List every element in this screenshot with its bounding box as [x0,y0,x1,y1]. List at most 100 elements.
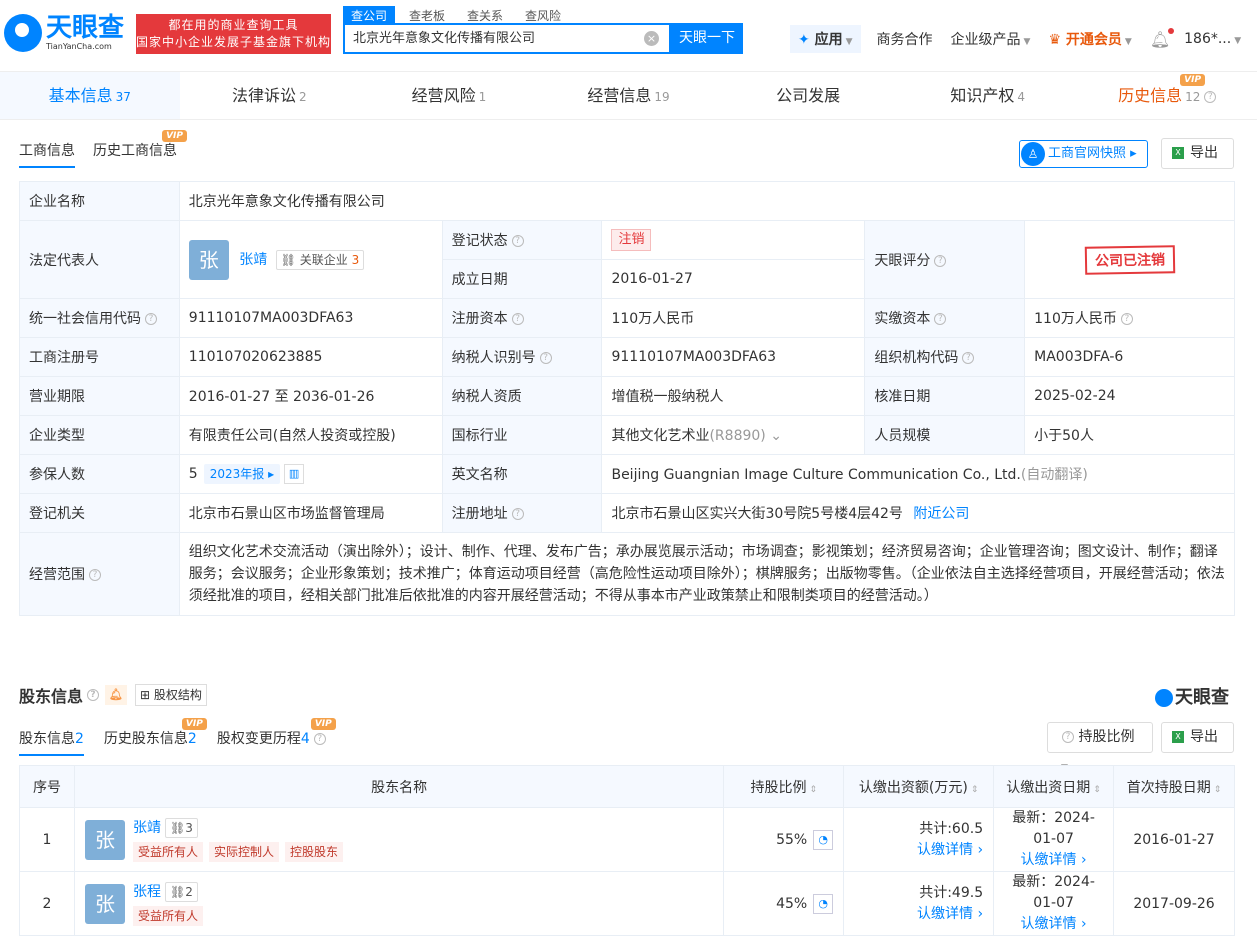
legal-rep-cell: 张 张靖 ⛓ 关联企业 3 [178,220,443,299]
help-icon[interactable]: ? [313,733,326,745]
holding-ratio: 45% [776,895,808,912]
app-menu[interactable]: ✦ 应用 ▼ [790,25,861,53]
label: 登记状态? [441,220,603,260]
tab-basic-info[interactable]: 基本信息 37 [0,72,180,119]
nav-enterprise[interactable]: 企业级产品 ▼ [951,29,1031,49]
industry-cell[interactable]: 其他文化艺术业(R8890) ⌄ [601,415,866,455]
label: 纳税人资质 [441,376,603,416]
search-button[interactable]: 天眼一下 [671,23,743,54]
export-button[interactable]: X 导出 [1161,138,1234,169]
subtab-equity-changes[interactable]: 股权变更历程4? VIP [217,718,336,756]
tab-risk[interactable]: 经营风险 1 [359,72,539,119]
avatar[interactable]: 张 [188,239,229,280]
ratio-filter-button[interactable]: ? 持股比例▼ [1047,722,1153,773]
biz-subtabs: 工商信息 历史工商信息 VIP [19,130,195,168]
app-icon: ✦ [798,32,810,48]
col-header-sortable[interactable]: 认缴出资额(万元) ⇕ [843,765,995,808]
status-badge: 注销 [611,229,652,251]
logo[interactable]: 天眼查 TianYanCha.com [4,14,124,52]
help-icon: ? [1062,731,1074,743]
logo-text: 天眼查 [46,13,125,43]
subscription-detail-link[interactable]: 认缴详情 › [1021,852,1087,868]
company-type: 有限责任公司(自然人投资或控股) [178,415,443,455]
chevron-down-icon: ▼ [845,37,853,47]
search-input[interactable]: 北京光年意象文化传播有限公司 × [343,23,671,54]
top-bar: 天眼查 TianYanCha.com 都在用的商业查询工具 国家中小企业发展子基… [0,0,1257,72]
tab-ip[interactable]: 知识产权 4 [898,72,1078,119]
link-icon: ⛓ [169,821,186,835]
help-icon[interactable]: ? [89,569,101,581]
pie-chart-icon[interactable]: ◔ [813,829,834,850]
sort-icon: ⇕ [809,784,818,795]
role-tag: 受益所有人 [132,842,203,862]
subtab-shareholders[interactable]: 股东信息2 [19,728,84,756]
nav-business[interactable]: 商务合作 [877,29,933,49]
promo-banner[interactable]: 都在用的商业查询工具 国家中小企业发展子基金旗下机构 [136,14,331,54]
registration-authority: 北京市石景山区市场监督管理局 [178,493,443,533]
official-snapshot-button[interactable]: ♙ 工商官网快照 ▸ [1019,140,1148,168]
help-icon[interactable]: ? [145,313,157,325]
help-icon[interactable]: ? [934,254,947,267]
tab-litigation[interactable]: 法律诉讼 2 [180,72,360,119]
label: 成立日期 [441,259,603,299]
bell-icon[interactable]: 🔔︎ [1150,27,1175,49]
shareholder-link[interactable]: 张程 [133,884,161,900]
insured-count: 5 [188,466,198,482]
related-count-tag[interactable]: ⛓3 [164,818,198,838]
clear-icon[interactable]: × [644,31,659,46]
english-name: Beijing Guangnian Image Culture Communic… [611,467,1021,483]
subscription-detail-link[interactable]: 认缴详情 › [917,842,983,858]
help-icon[interactable]: ? [539,352,552,364]
person-icon: ♙ [1021,142,1045,166]
nav-vip[interactable]: ♛ 开通会员 ▼ [1048,29,1131,49]
company-name: 北京光年意象文化传播有限公司 [178,181,1236,221]
export-button[interactable]: X 导出 [1161,722,1234,753]
tab-development[interactable]: 公司发展 [718,72,898,119]
avatar[interactable]: 张 [84,819,125,860]
crown-icon: ♛ [1048,32,1062,48]
subtab-history-shareholders[interactable]: 历史股东信息2 VIP [104,718,207,756]
subscription-detail-link[interactable]: 认缴详情 › [1021,916,1087,932]
help-icon[interactable]: ? [511,235,524,247]
equity-structure-button[interactable]: ⊞ 股权结构 [135,684,207,706]
related-count-tag[interactable]: ⛓2 [164,882,198,902]
table-row: 2 张 张程 ⛓2 受益所有人 45% ◔ 共计:49.5 认缴详情 › 最新：202… [19,871,1235,936]
subtab-history-biz[interactable]: 历史工商信息 VIP [93,130,187,168]
nearby-companies-link[interactable]: 附近公司 [913,506,969,522]
help-icon[interactable]: ? [87,689,100,701]
help-icon[interactable]: ? [511,508,524,520]
role-tag: 实际控制人 [208,842,279,862]
excel-icon: X [1172,731,1184,743]
tab-operation[interactable]: 经营信息 19 [539,72,719,119]
user-menu[interactable]: 186*... ▼ [1184,31,1241,47]
help-icon[interactable]: ? [1120,313,1133,325]
help-icon[interactable]: ? [962,352,975,364]
col-header: 序号 [19,765,75,808]
label: 登记机关 [19,493,180,533]
staff-size: 小于50人 [1024,415,1235,455]
registered-capital: 110万人民币 [601,298,866,338]
tree-icon: ⊞ [140,688,151,702]
sort-icon: ⇕ [1213,784,1222,795]
related-companies-tag[interactable]: ⛓ 关联企业 3 [275,249,365,270]
help-icon[interactable]: ? [511,313,524,325]
pie-chart-icon[interactable]: ◔ [813,893,834,914]
help-icon[interactable]: ? [1204,90,1217,103]
bell-icon[interactable]: 🔔︎ [105,685,128,705]
chevron-down-icon: ⌄ [770,428,782,444]
col-header-sortable[interactable]: 持股比例 ⇕ [723,765,845,808]
vip-badge: VIP [310,718,336,730]
col-header-sortable[interactable]: 认缴出资日期 ⇕ [993,765,1115,808]
chevron-down-icon: ▼ [1023,37,1031,47]
col-header-sortable[interactable]: 首次持股日期 ⇕ [1113,765,1235,808]
taxpayer-qualification: 增值税一般纳税人 [601,376,866,416]
chart-icon[interactable]: ▥ [284,464,305,484]
tab-history[interactable]: VIP 历史信息 12? [1077,72,1257,119]
shareholder-link[interactable]: 张靖 [133,820,161,836]
help-icon[interactable]: ? [934,313,947,325]
avatar[interactable]: 张 [84,883,125,924]
legal-rep-link[interactable]: 张靖 [239,252,267,268]
subscription-detail-link[interactable]: 认缴详情 › [917,906,983,922]
annual-report-tag[interactable]: 2023年报 ▸ [203,464,281,484]
subtab-biz-info[interactable]: 工商信息 [19,140,75,168]
